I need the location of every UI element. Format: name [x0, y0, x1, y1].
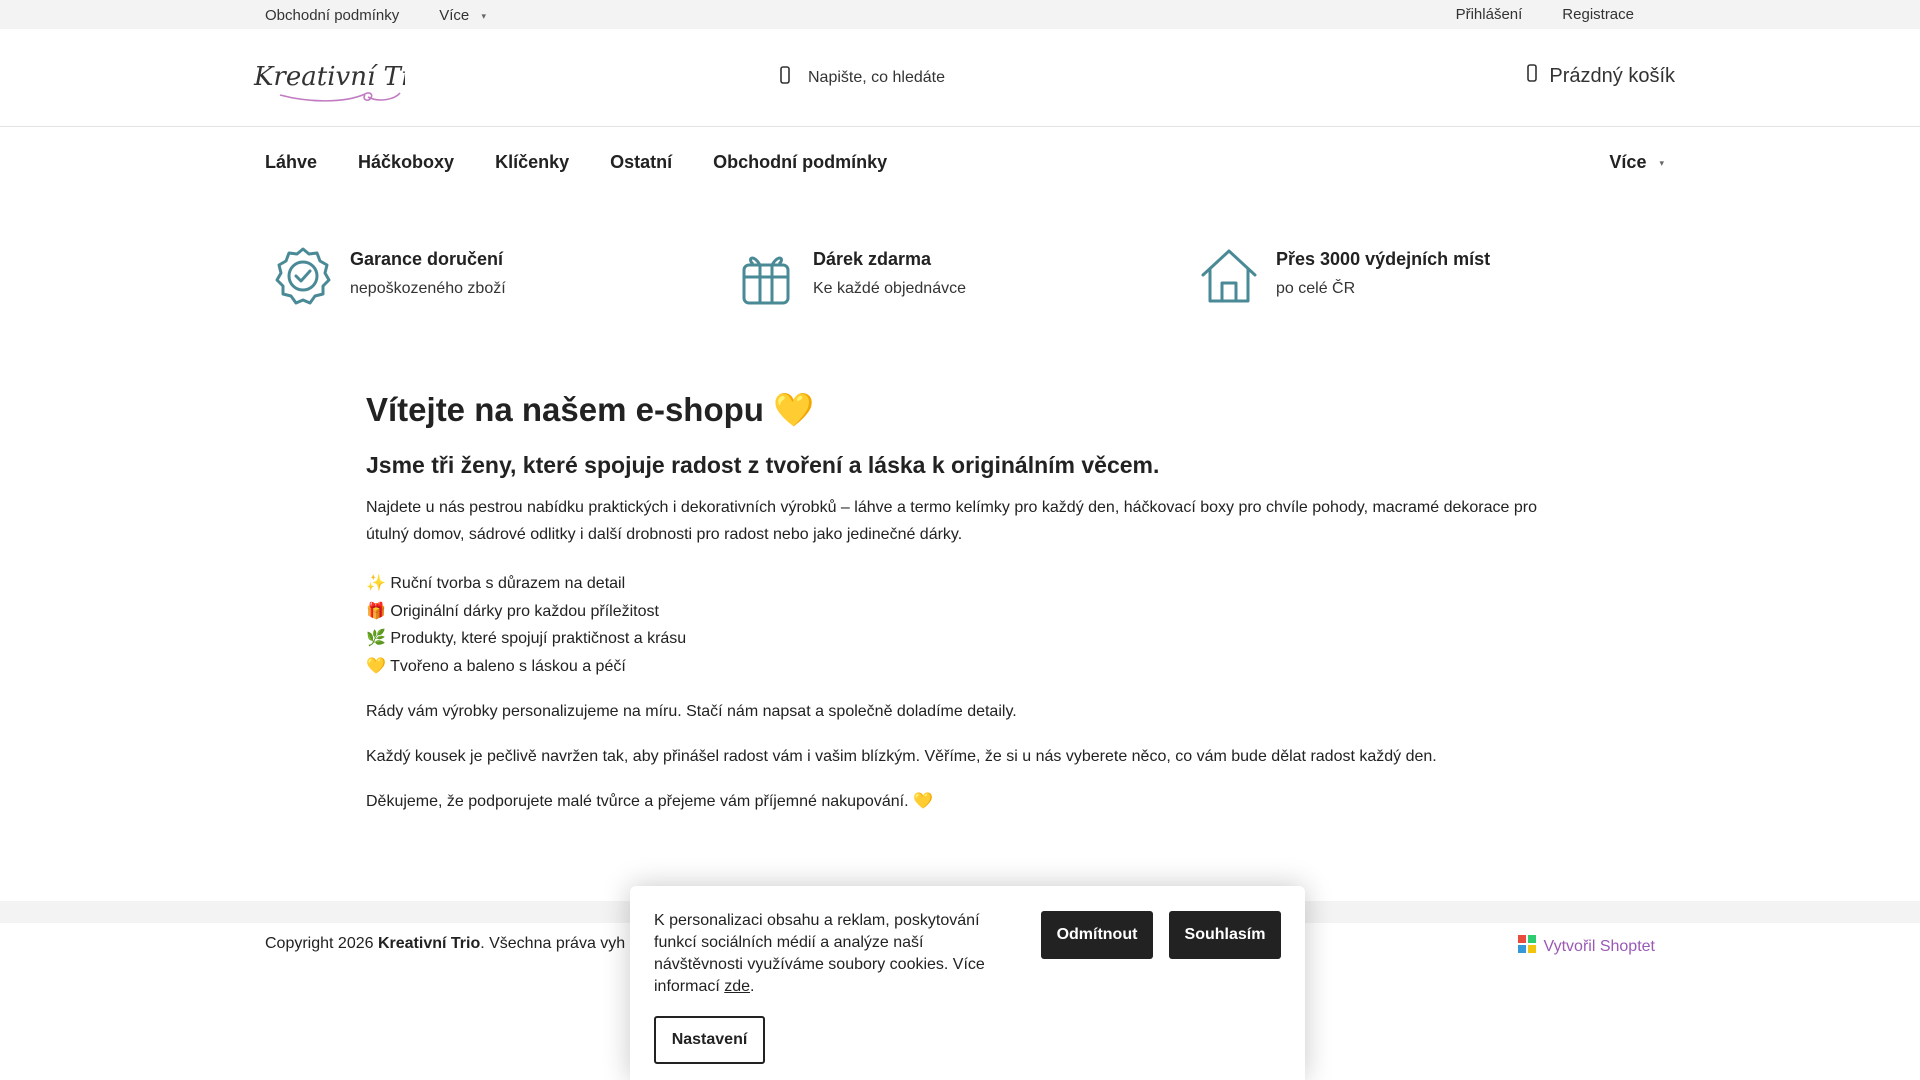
benefit-pickup: Přes 3000 výdejních míst po celé ČR [1198, 245, 1490, 307]
register-link[interactable]: Registrace [1562, 6, 1634, 23]
welcome-section: Vítejte na našem e-shopu 💛 Jsme tři ženy… [366, 384, 1566, 815]
benefit-subtitle: nepoškozeného zboží [350, 280, 506, 297]
gift-icon [735, 245, 797, 307]
page-title: Vítejte na našem e-shopu 💛 [366, 391, 815, 428]
copyright-prefix: Copyright 2026 [265, 935, 378, 952]
list-item: 🌿 Produkty, které spojují praktičnost a … [366, 630, 687, 647]
feature-list: ✨ Ruční tvorba s důrazem na detail 🎁 Ori… [366, 570, 1566, 680]
list-item: 🎁 Originální dárky pro každou příležitos… [366, 602, 659, 620]
nav-item-terms[interactable]: Obchodní podmínky [713, 152, 887, 173]
nav-item-hackoboxy[interactable]: Háčkoboxy [358, 152, 454, 173]
house-icon [1198, 245, 1260, 307]
nav-item-klicenky[interactable]: Klíčenky [495, 152, 569, 173]
topbar-link-terms[interactable]: Obchodní podmínky [265, 7, 399, 24]
chevron-down-icon: ▾ [1659, 157, 1664, 168]
cookie-text: K personalizaci obsahu a reklam, poskyto… [654, 910, 1004, 998]
benefit-subtitle: Ke každé objednávce [813, 280, 966, 297]
benefit-title: Přes 3000 výdejních míst [1276, 249, 1491, 269]
search-icon [780, 65, 790, 90]
shoptet-logo-icon [1517, 935, 1536, 958]
cookie-accept-button[interactable]: Souhlasím [1169, 911, 1281, 959]
nav-more-menu[interactable]: Více ▾ [1609, 152, 1664, 173]
site-logo[interactable]: Kreativní Trio [250, 47, 437, 112]
copyright: Copyright 2026 Kreativní Trio. Všechna p… [265, 935, 625, 953]
benefit-delivery: Garance doručení nepoškozeného zboží [272, 245, 506, 307]
nav-item-lahve[interactable]: Láhve [265, 152, 317, 173]
cookie-text-end: . [750, 978, 755, 995]
badge-check-icon [272, 245, 334, 307]
cart-icon [1527, 63, 1538, 89]
benefit-title: Garance doručení [350, 249, 504, 269]
care-paragraph: Každý kousek je pečlivě navržen tak, aby… [366, 748, 1437, 765]
logo-image: Kreativní Trio [253, 62, 437, 102]
copyright-suffix: . Všechna práva vyh [480, 935, 626, 952]
login-link[interactable]: Přihlášení [1456, 6, 1523, 23]
cookie-text-body: K personalizaci obsahu a reklam, poskyto… [654, 912, 985, 995]
cookie-more-link[interactable]: zde [724, 978, 750, 995]
list-item: 💛 Tvořeno a baleno s láskou a péčí [366, 657, 626, 675]
page-subtitle: Jsme tři ženy, které spojuje radost z tv… [366, 452, 1160, 478]
topbar-more-menu[interactable]: Více ▾ [439, 7, 486, 24]
search-bar[interactable]: Napište, co hledáte [780, 65, 945, 90]
list-item: ✨ Ruční tvorba s důrazem na detail [366, 575, 626, 592]
main-nav: Láhve Háčkoboxy Klíčenky Ostatní Obchodn… [0, 128, 1920, 198]
topbar-more-label: Více [439, 7, 470, 24]
site-header: Kreativní Trio Napište, co hledáte Prázd… [0, 29, 1920, 127]
personalize-paragraph: Rády vám výrobky personalizujeme na míru… [366, 703, 1017, 720]
cookie-reject-button[interactable]: Odmítnout [1041, 911, 1153, 959]
copyright-brand: Kreativní Trio [377, 935, 481, 952]
thanks-paragraph: Děkujeme, že podporujete malé tvůrce a p… [366, 793, 933, 810]
cart-button[interactable]: Prázdný košík [1527, 63, 1675, 89]
cart-label: Prázdný košík [1549, 64, 1675, 87]
cookie-settings-button[interactable]: Nastavení [654, 1016, 765, 1064]
shoptet-label: Vytvořil Shoptet [1543, 937, 1655, 955]
chevron-down-icon: ▾ [481, 10, 486, 21]
cookie-consent-dialog: K personalizaci obsahu a reklam, poskyto… [630, 886, 1305, 1080]
benefit-title: Dárek zdarma [813, 249, 932, 269]
top-bar: Obchodní podmínky Více ▾ Přihlášení Regi… [0, 0, 1920, 29]
benefit-subtitle: po celé ČR [1276, 280, 1356, 297]
nav-item-ostatni[interactable]: Ostatní [610, 152, 672, 173]
nav-more-label: Více [1609, 152, 1647, 172]
search-input[interactable]: Napište, co hledáte [808, 69, 945, 87]
shoptet-link[interactable]: Vytvořil Shoptet [1517, 935, 1655, 958]
logo-text: Kreativní Trio [253, 62, 405, 92]
intro-paragraph: Najdete u nás pestrou nabídku praktickýc… [366, 499, 1537, 543]
benefit-gift: Dárek zdarma Ke každé objednávce [735, 245, 966, 307]
